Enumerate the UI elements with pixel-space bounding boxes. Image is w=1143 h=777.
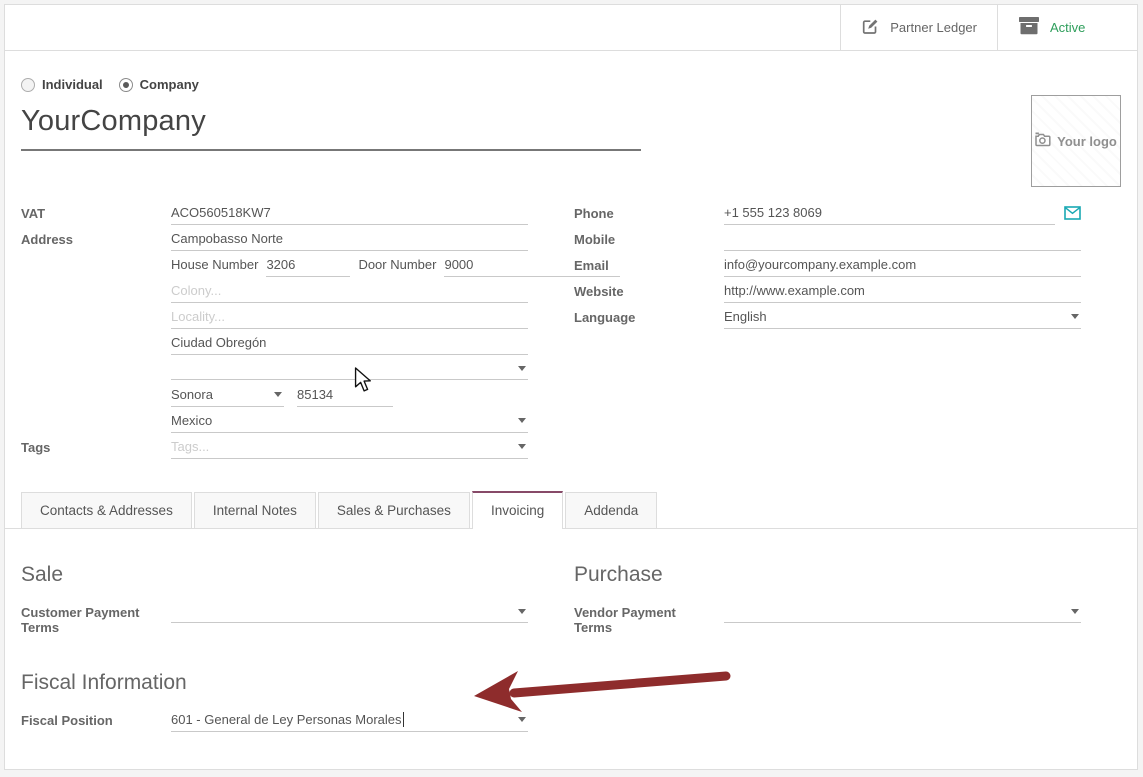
top-field-grid: VAT Address House Number Door Number [21, 203, 1121, 463]
chevron-down-icon [518, 418, 526, 423]
website-input[interactable] [724, 281, 1081, 303]
company-name-value: YourCompany [21, 105, 206, 137]
tab-contacts-addresses[interactable]: Contacts & Addresses [21, 492, 192, 528]
state-dropdown[interactable]: Sonora [171, 385, 284, 407]
tab-addenda[interactable]: Addenda [565, 492, 657, 528]
active-toggle-button[interactable]: Active [997, 5, 1137, 50]
mobile-label: Mobile [574, 229, 724, 247]
fiscal-information-section: Fiscal Information Fiscal Position 601 -… [21, 671, 1121, 736]
vat-label: VAT [21, 203, 171, 221]
vendor-payment-terms-dropdown[interactable] [724, 602, 1081, 623]
radio-unselected-icon [21, 78, 35, 92]
tags-label: Tags [21, 437, 171, 455]
fiscal-information-heading: Fiscal Information [21, 671, 1121, 695]
logo-placeholder-label: Your logo [1057, 134, 1117, 149]
company-radio[interactable]: Company [119, 77, 199, 92]
house-number-label: House Number [171, 255, 258, 272]
camera-icon [1035, 132, 1052, 150]
city-input[interactable] [171, 333, 528, 355]
archive-box-icon [1018, 17, 1040, 38]
customer-payment-terms-label: Customer Payment Terms [21, 602, 171, 635]
vat-input[interactable] [171, 203, 528, 225]
contact-group: Phone Mobile Email [574, 203, 1081, 463]
tab-internal-notes[interactable]: Internal Notes [194, 492, 316, 528]
door-number-label: Door Number [358, 255, 436, 272]
website-label: Website [574, 281, 724, 299]
mobile-input[interactable] [724, 229, 1081, 251]
statusbar: Partner Ledger Active [5, 5, 1137, 51]
address-label: Address [21, 229, 171, 247]
tags-placeholder: Tags... [171, 439, 518, 454]
company-logo-upload[interactable]: Your logo [1031, 95, 1121, 187]
customer-payment-terms-dropdown[interactable] [171, 602, 528, 623]
zip-input[interactable] [297, 385, 393, 407]
sale-heading: Sale [21, 563, 528, 587]
invoicing-tab-pane: Sale Customer Payment Terms Purchase [21, 529, 1121, 736]
house-number-input[interactable] [266, 255, 350, 277]
chevron-down-icon [274, 392, 282, 397]
company-name-field[interactable]: YourCompany [21, 105, 641, 151]
chevron-down-icon [518, 366, 526, 371]
form-sheet: Individual Company YourCompany Your logo… [5, 51, 1137, 770]
country-value: Mexico [171, 413, 518, 428]
partner-ledger-label: Partner Ledger [890, 20, 977, 35]
phone-input[interactable] [724, 203, 1055, 225]
company-radio-label: Company [140, 77, 199, 92]
tab-invoicing[interactable]: Invoicing [472, 491, 563, 529]
chevron-down-icon [518, 609, 526, 614]
tab-sales-purchases[interactable]: Sales & Purchases [318, 492, 470, 528]
partner-ledger-button[interactable]: Partner Ledger [840, 5, 997, 50]
sale-section: Sale Customer Payment Terms [21, 563, 528, 635]
colony-input[interactable] [171, 281, 528, 303]
phone-label: Phone [574, 203, 724, 221]
address-group: VAT Address House Number Door Number [21, 203, 528, 463]
individual-radio[interactable]: Individual [21, 77, 103, 92]
fiscal-position-field[interactable]: 601 - General de Ley Personas Morales [171, 710, 528, 732]
fiscal-position-label: Fiscal Position [21, 710, 171, 728]
radio-selected-icon [119, 78, 133, 92]
state-value: Sonora [171, 387, 274, 402]
purchase-section: Purchase Vendor Payment Terms [574, 563, 1081, 635]
country-dropdown[interactable]: Mexico [171, 411, 528, 433]
active-label: Active [1050, 20, 1085, 35]
individual-radio-label: Individual [42, 77, 103, 92]
locality-input[interactable] [171, 307, 528, 329]
edit-journal-icon [861, 17, 880, 39]
chevron-down-icon [1071, 314, 1079, 319]
sms-envelope-icon[interactable] [1064, 206, 1081, 223]
municipality-dropdown[interactable] [171, 359, 528, 380]
tags-dropdown[interactable]: Tags... [171, 437, 528, 459]
vendor-payment-terms-label: Vendor Payment Terms [574, 602, 724, 635]
chevron-down-icon [1071, 609, 1079, 614]
language-value: English [724, 309, 1071, 324]
street-input[interactable] [171, 229, 528, 251]
purchase-heading: Purchase [574, 563, 1081, 587]
fiscal-position-value: 601 - General de Ley Personas Morales [171, 712, 402, 727]
partner-form-window: Partner Ledger Active Individual Company… [4, 4, 1138, 770]
email-label: Email [574, 255, 724, 273]
text-cursor [403, 712, 404, 727]
chevron-down-icon [518, 444, 526, 449]
email-input[interactable] [724, 255, 1081, 277]
notebook-tabs: Contacts & Addresses Internal Notes Sale… [5, 491, 1137, 529]
chevron-down-icon [518, 717, 526, 722]
language-label: Language [574, 307, 724, 325]
language-dropdown[interactable]: English [724, 307, 1081, 329]
company-type-selector: Individual Company [21, 77, 1121, 92]
